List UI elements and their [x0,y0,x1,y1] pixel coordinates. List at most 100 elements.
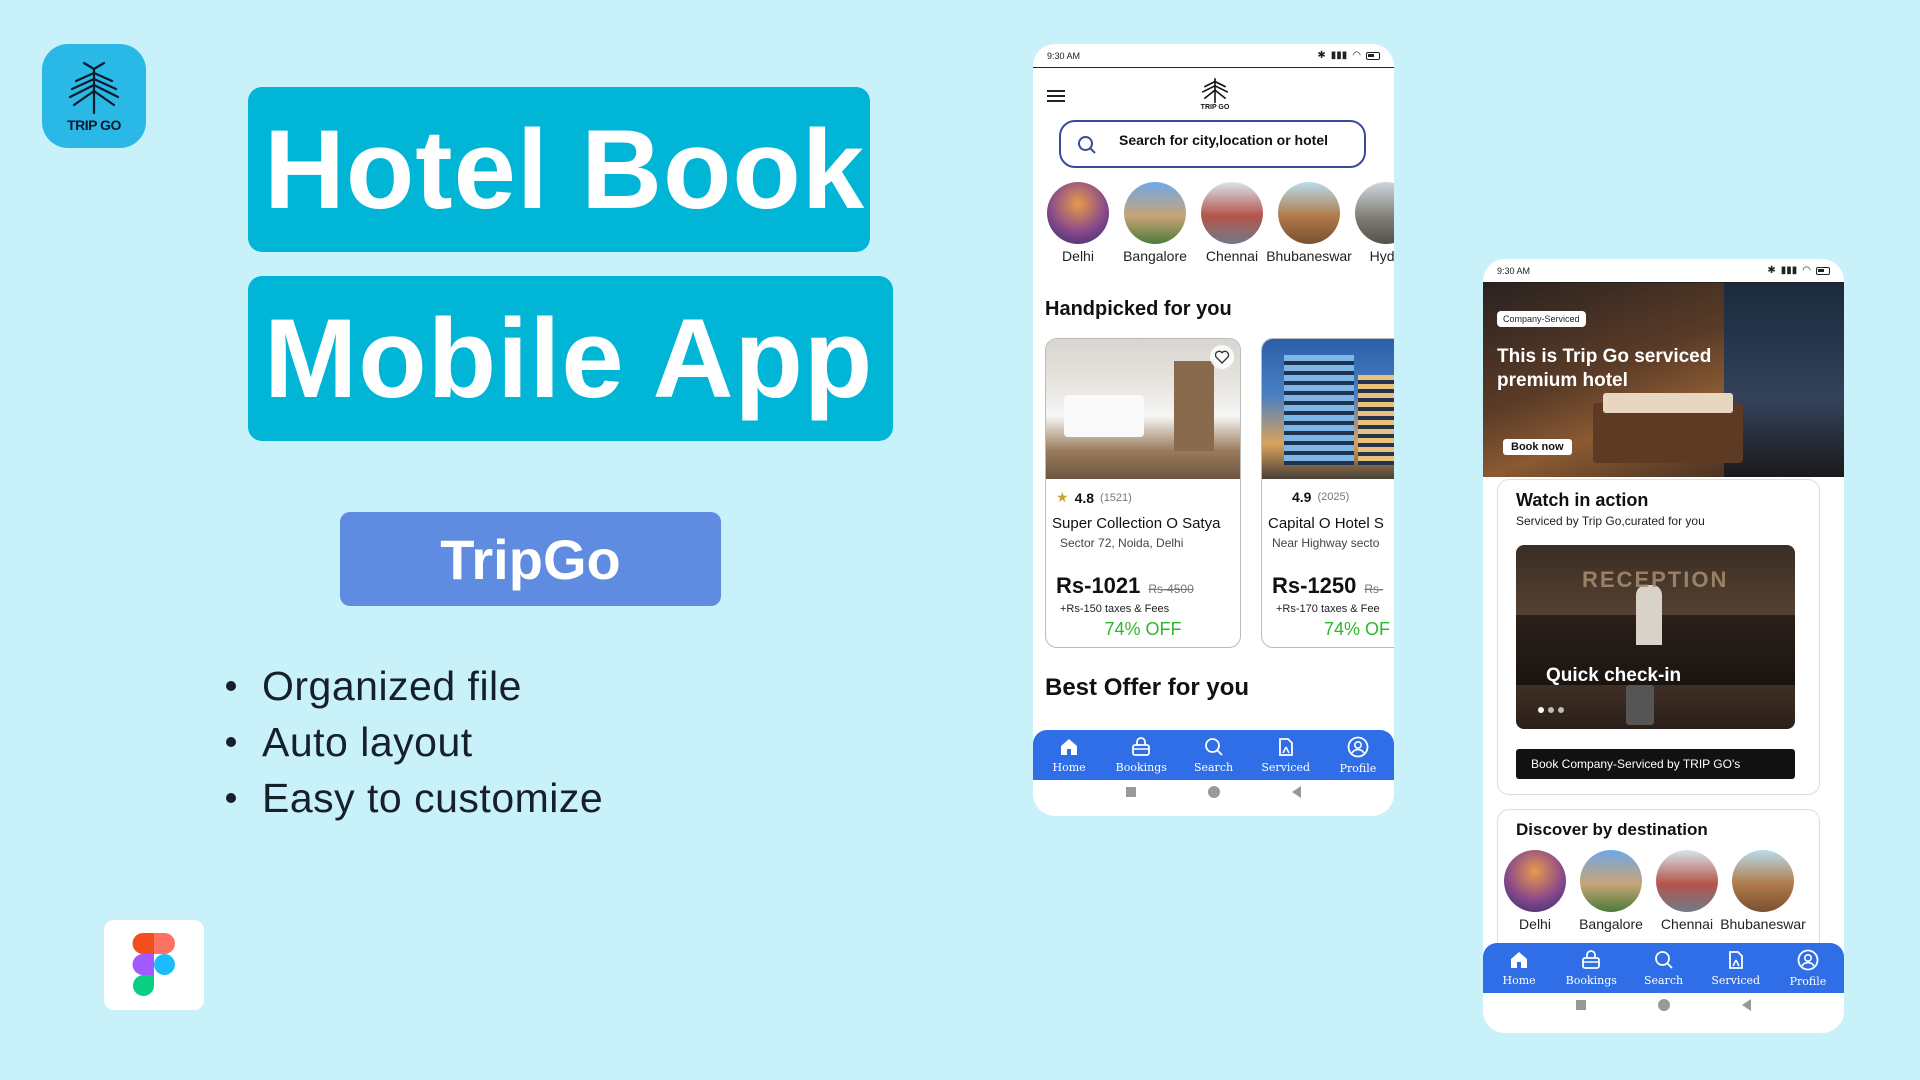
tab-profile[interactable]: Profile [1322,730,1394,780]
city-avatar [1124,182,1186,244]
header-logo-text: TRIP GO [1200,104,1230,111]
title-line-2: Mobile App [248,276,893,441]
tab-serviced[interactable]: Serviced [1250,730,1322,780]
city-label: Delhi [1062,248,1094,264]
video-player[interactable]: RECEPTION Quick check-in [1516,545,1795,729]
tab-label: Profile [1789,974,1827,988]
profile-icon [1347,736,1369,757]
city-avatar [1504,850,1566,912]
price-value: Rs-1250 [1272,573,1357,598]
book-now-button[interactable]: Book now [1503,439,1572,455]
tab-bookings[interactable]: Bookings [1105,730,1177,780]
city-avatar [1278,182,1340,244]
recents-nav-button[interactable] [1126,787,1136,797]
city-label: Delhi [1519,916,1551,932]
city-item-bangalore[interactable]: Bangalore [1122,182,1188,264]
destination-carousel: Delhi Bangalore Chennai Bhubaneswar [1502,850,1806,932]
old-price: Rs- [1364,582,1384,596]
tab-home[interactable]: Home [1483,943,1555,993]
city-item-bhubaneswar[interactable]: Bhubaneswar [1720,850,1806,932]
feature-item: Auto layout [226,714,603,770]
rating-value: 4.9 [1292,489,1312,505]
tab-label: Search [1643,973,1684,987]
system-nav-bar [1033,780,1394,804]
watch-in-action-panel: Watch in action Serviced by Trip Go,cura… [1497,479,1820,795]
document-icon [1278,737,1293,756]
city-label: Bhubaneswar [1266,248,1352,264]
tab-profile[interactable]: Profile [1772,943,1844,993]
tab-bookings[interactable]: Bookings [1555,943,1627,993]
phone-home-screen: 9:30 AM ✱ ▮▮▮ ◠ TRIP GO Search for city,… [1033,44,1394,816]
hotel-taxes: +Rs-150 taxes & Fees [1060,603,1170,615]
review-count: (2025) [1317,491,1350,503]
logo-text: TRIP GO [67,117,121,133]
city-avatar [1047,182,1109,244]
phone-serviced-screen: 9:30 AM ✱ ▮▮▮ ◠ Company-Serviced This is… [1483,259,1844,1033]
signal-icon: ▮▮▮ [1780,265,1798,276]
city-avatar [1732,850,1794,912]
city-item-delhi[interactable]: Delhi [1502,850,1568,932]
tab-search[interactable]: Search [1177,730,1249,780]
city-item-chennai[interactable]: Chennai [1654,850,1720,932]
city-label: Chennai [1660,916,1714,932]
best-offer-heading: Best Offer for you [1045,674,1250,701]
tab-home[interactable]: Home [1033,730,1105,780]
search-input[interactable]: Search for city,location or hotel [1059,120,1366,168]
document-icon [1728,950,1743,969]
bluetooth-icon: ✱ [1767,265,1776,276]
hotel-price: Rs-1021 Rs-4500 [1056,573,1194,599]
palm-leaf-icon [68,61,120,115]
video-caption: Quick check-in [1546,665,1682,686]
favorite-heart-icon[interactable] [1210,345,1234,369]
hero-banner[interactable]: Company-Serviced This is Trip Go service… [1483,283,1844,477]
bag-icon [1582,949,1601,969]
hotel-image [1046,339,1240,479]
feature-item: Organized file [226,658,603,714]
home-icon [1511,951,1528,968]
carousel-dots[interactable] [1538,707,1564,713]
city-item-delhi[interactable]: Delhi [1045,182,1111,264]
hotel-image [1262,339,1394,479]
book-company-serviced-button[interactable]: Book Company-Serviced by TRIP GO's [1516,749,1795,779]
menu-icon[interactable] [1047,90,1065,102]
home-icon [1061,738,1078,755]
hotel-card[interactable]: 4.9 (2025) Capital O Hotel S Near Highwa… [1261,338,1394,648]
city-item-bangalore[interactable]: Bangalore [1578,850,1644,932]
hotel-rating: 4.9 (2025) [1272,489,1349,505]
bluetooth-icon: ✱ [1317,50,1326,61]
feature-item: Easy to customize [226,770,603,826]
back-nav-button[interactable] [1292,786,1301,798]
home-nav-button[interactable] [1208,786,1220,798]
figma-icon [132,933,175,996]
tab-label: Serviced [1261,760,1311,774]
discount-label: 74% OFF [1104,619,1182,639]
tab-search[interactable]: Search [1627,943,1699,993]
discover-heading: Discover by destination [1516,820,1708,839]
review-count: (1521) [1100,491,1132,504]
hotel-name: Super Collection O Satya [1052,515,1221,532]
tripgo-logo: TRIP GO [42,44,146,148]
hotel-taxes: +Rs-170 taxes & Fee [1276,603,1380,615]
battery-icon [1366,51,1380,60]
hotel-card[interactable]: ★ 4.8 (1521) Super Collection O Satya Se… [1045,338,1241,648]
city-item-chennai[interactable]: Chennai [1199,182,1265,264]
status-time: 9:30 AM [1047,50,1081,61]
city-item-bhubaneswar[interactable]: Bhubaneswar [1266,182,1352,264]
status-time: 9:30 AM [1497,265,1531,276]
handpicked-heading: Handpicked for you [1045,298,1232,320]
city-item-hyderabad[interactable]: Hyde [1353,182,1394,264]
tab-label: Home [1502,973,1536,987]
hero-headline: This is Trip Go serviced premium hotel [1497,346,1712,391]
home-nav-button[interactable] [1658,999,1670,1011]
city-avatar [1656,850,1718,912]
battery-icon [1816,266,1830,275]
hotel-rating: ★ 4.8 (1521) [1056,489,1132,506]
title-line-1: Hotel Book [248,87,870,252]
search-icon [1204,737,1223,756]
back-nav-button[interactable] [1742,999,1751,1011]
hotel-address: Near Highway secto [1272,536,1380,550]
hotel-address: Sector 72, Noida, Delhi [1060,536,1184,550]
recents-nav-button[interactable] [1576,1000,1586,1010]
tab-serviced[interactable]: Serviced [1700,943,1772,993]
system-nav-bar [1483,993,1844,1017]
